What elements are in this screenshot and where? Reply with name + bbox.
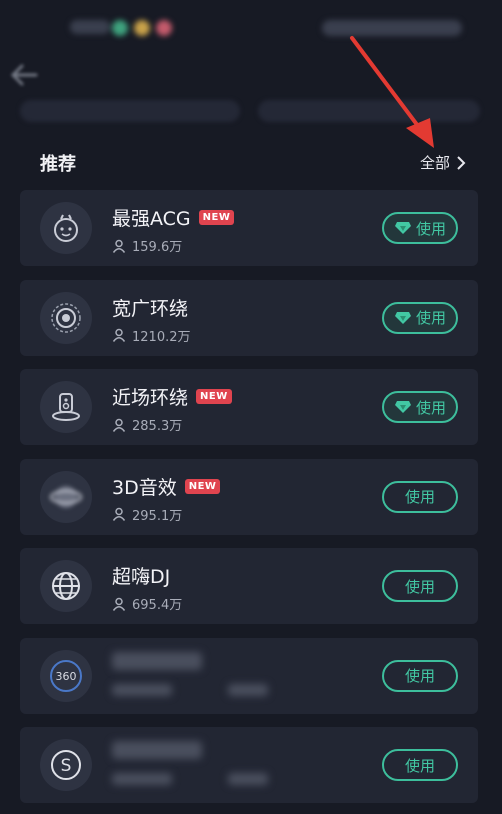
effect-title-row: 3D音效 NEW [112,473,221,500]
new-badge: NEW [198,210,235,225]
obscured-title [112,741,202,759]
user-count-value: 1210.2万 [132,329,191,345]
user-count-value: 285.3万 [132,419,183,434]
effect-card[interactable]: 3D音效 NEW 295.1万 使用 [20,458,478,535]
use-button-label: 使用 [404,667,435,685]
new-badge: NEW [184,478,221,494]
user-icon [112,597,126,611]
user-icon [112,239,126,253]
effect-card[interactable]: 近场环绕 NEW 285.3万 使用 [20,369,478,445]
see-all-link[interactable]: 全部 [420,152,466,173]
use-button[interactable]: 使用 [382,749,458,781]
360-icon: 360 [40,649,92,702]
use-button-label: 使用 [404,488,435,506]
obscured-count [112,683,172,696]
use-button[interactable]: 使用 [382,659,458,692]
status-dot-icon [112,20,128,36]
obscured-count [228,773,268,785]
user-count [112,773,268,785]
section-title: 推荐 [40,154,76,175]
user-count-value: 159.6万 [132,240,183,255]
globe-icon [40,560,92,612]
effect-title-row: 宽广环绕 [112,294,188,321]
diamond-vip-icon [394,401,411,413]
use-button[interactable]: 使用 [382,391,458,423]
user-icon [112,328,126,342]
user-count-value: 695.4万 [132,598,183,613]
mascot-face-icon [40,202,92,254]
use-button-label: 使用 [415,309,446,327]
speaker-stage-icon [40,381,92,433]
use-button[interactable]: 使用 [382,570,458,602]
effect-title-row [112,741,202,759]
status-indicators [322,20,462,36]
effect-card[interactable]: 360 使用 [20,637,478,714]
user-count-value: 295.1万 [132,508,183,524]
use-button[interactable]: 使用 [382,480,458,513]
user-count: 295.1万 [112,505,182,524]
use-button-label: 使用 [404,577,435,596]
use-button[interactable]: 使用 [382,212,458,244]
effect-card[interactable]: 宽广环绕 1210.2万 使用 [20,279,478,356]
back-arrow-icon[interactable] [8,62,38,88]
obscured-title [112,651,202,670]
use-button-label: 使用 [415,219,446,238]
effect-title-row [112,651,202,670]
effect-name: 最强ACG [112,208,191,230]
orbit-sphere-icon [40,470,92,523]
effect-name: 近场环绕 [112,387,189,409]
diamond-vip-icon [394,311,411,324]
obscured-count [112,773,172,785]
obscured-count [228,683,268,696]
effect-card[interactable]: 超嗨DJ 695.4万 使用 [20,548,478,624]
effect-name: 3D音效 [112,476,177,499]
user-count: 285.3万 [112,415,182,434]
user-count: 159.6万 [112,236,182,255]
user-icon [112,418,126,432]
use-button-label: 使用 [404,756,435,775]
s-coin-icon: S [40,739,92,791]
effect-card[interactable]: S 使用 [20,727,478,803]
chevron-right-icon [457,155,466,170]
use-button[interactable]: 使用 [382,301,458,334]
status-time [70,20,110,34]
status-bar [0,0,502,60]
effect-card[interactable]: 最强ACG NEW 159.6万 使用 [20,190,478,266]
header-tab-right[interactable] [258,100,480,122]
see-all-label: 全部 [420,154,451,172]
svg-text:360: 360 [56,670,77,683]
diamond-vip-icon [394,222,411,234]
effect-name: 超嗨DJ [112,566,171,588]
new-badge: NEW [196,389,232,404]
svg-text:S: S [61,756,72,776]
effect-title-row: 超嗨DJ [112,562,170,589]
header-tab-left[interactable] [20,100,240,122]
user-icon [112,507,126,521]
user-count: 695.4万 [112,594,182,613]
surround-rings-icon [40,291,92,344]
effect-title-row: 近场环绕 NEW [112,383,232,410]
effect-name: 宽广环绕 [112,297,189,320]
status-dot-icon [134,20,150,36]
use-button-label: 使用 [415,398,446,417]
user-count [112,683,268,696]
status-dot-icon [156,20,172,36]
user-count: 1210.2万 [112,326,191,345]
effect-title-row: 最强ACG NEW [112,204,235,231]
